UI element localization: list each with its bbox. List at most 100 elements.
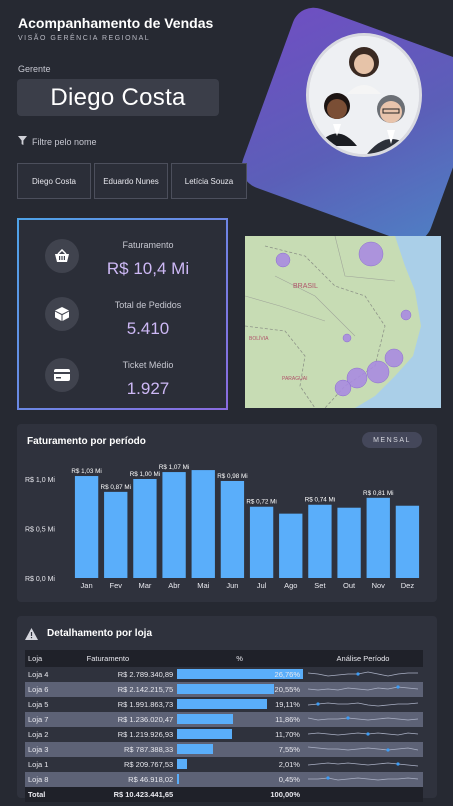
kpi-pedidos-value: 5.410 bbox=[126, 319, 170, 338]
bar-abr[interactable] bbox=[162, 472, 186, 578]
cell-loja: Loja 2 bbox=[25, 727, 77, 742]
cell-faturamento: R$ 787.388,33 bbox=[76, 742, 177, 757]
percent-text: 26,76% bbox=[274, 670, 300, 679]
y-tick-label: R$ 1,0 Mi bbox=[25, 477, 55, 484]
col-analise-periodo[interactable]: Análise Período bbox=[302, 650, 423, 667]
bar-dez[interactable] bbox=[395, 505, 420, 578]
cell-faturamento: R$ 1.219.926,93 bbox=[76, 727, 177, 742]
bar-data-label: R$ 0,72 Mi bbox=[246, 499, 276, 506]
slicer-option-diego-costa[interactable]: Diego Costa bbox=[17, 163, 91, 199]
cell-sparkline bbox=[302, 697, 423, 712]
mensal-toggle-button[interactable]: MENSAL bbox=[362, 432, 422, 448]
table-row[interactable]: Loja 2 R$ 1.219.926,93 11,70% bbox=[25, 727, 423, 742]
cell-loja: Loja 6 bbox=[25, 682, 77, 697]
sparkline bbox=[307, 702, 419, 707]
sales-map[interactable]: BRASIL BOLÍVIA PARAGUAI bbox=[245, 236, 441, 408]
bar-nov[interactable] bbox=[366, 497, 390, 578]
box-icon bbox=[45, 297, 79, 331]
col-faturamento[interactable]: Faturamento bbox=[76, 650, 177, 667]
table-row[interactable]: Loja 5 R$ 1.991.863,73 19,11% bbox=[25, 697, 423, 712]
filter-icon bbox=[18, 136, 27, 147]
bar-mai[interactable] bbox=[191, 470, 215, 578]
bar-jan[interactable] bbox=[74, 476, 99, 578]
x-tick-label: Dez bbox=[401, 581, 415, 590]
manager-name-display: Diego Costa bbox=[17, 79, 219, 116]
table-row[interactable]: Loja 1 R$ 209.767,53 2,01% bbox=[25, 757, 423, 772]
table-row[interactable]: Loja 6 R$ 2.142.215,75 20,55% bbox=[25, 682, 423, 697]
bar-data-label: R$ 0,98 Mi bbox=[217, 473, 247, 480]
kpi-faturamento-value: R$ 10,4 Mi bbox=[106, 259, 190, 278]
bar-out[interactable] bbox=[337, 507, 361, 578]
sparkline bbox=[307, 685, 419, 691]
x-tick-label: Ago bbox=[284, 581, 297, 590]
cell-sparkline bbox=[302, 667, 423, 682]
total-label: Total bbox=[25, 787, 77, 802]
bar-data-label: R$ 0,87 Mi bbox=[101, 484, 131, 491]
x-tick-label: Abr bbox=[168, 581, 180, 590]
x-tick-label: Fev bbox=[109, 581, 122, 590]
store-detail-table: Loja Faturamento % Análise Período Loja … bbox=[25, 650, 423, 802]
bar-fev[interactable] bbox=[104, 491, 128, 578]
sparkline bbox=[307, 762, 419, 767]
bar-ago[interactable] bbox=[279, 513, 303, 578]
cell-faturamento: R$ 209.767,53 bbox=[76, 757, 177, 772]
bar-data-label: R$ 0,81 Mi bbox=[363, 490, 393, 497]
card-icon bbox=[45, 358, 79, 392]
cell-percent: 20,55% bbox=[176, 682, 303, 697]
percent-text: 0,45% bbox=[278, 775, 300, 784]
percent-text: 20,55% bbox=[274, 685, 300, 694]
bar-data-label: R$ 1,07 Mi bbox=[159, 464, 189, 471]
bar-jul[interactable] bbox=[249, 506, 274, 578]
revenue-bar-chart: R$ 0,0 Mi R$ 0,5 Mi R$ 1,0 Mi R$ 1,03 Mi Jan… bbox=[25, 464, 420, 590]
percent-text: 19,11% bbox=[275, 700, 300, 709]
y-tick-label: R$ 0,0 Mi bbox=[25, 576, 55, 583]
cell-faturamento: R$ 2.789.340,89 bbox=[76, 667, 177, 682]
table-row[interactable]: Loja 3 R$ 787.388,33 7,55% bbox=[25, 742, 423, 757]
cell-percent: 19,11% bbox=[176, 697, 303, 712]
cell-loja: Loja 8 bbox=[25, 772, 77, 787]
x-tick-label: Jul bbox=[257, 581, 267, 590]
total-faturamento: R$ 10.423.441,65 bbox=[76, 787, 177, 802]
kpi-pedidos-label: Total de Pedidos bbox=[114, 300, 182, 310]
kpi-ticket-label: Ticket Médio bbox=[122, 360, 174, 370]
bar-mar[interactable] bbox=[133, 479, 157, 578]
slicer-option-leticia-souza[interactable]: Letícia Souza bbox=[171, 163, 247, 199]
kpi-ticket-value: 1.927 bbox=[126, 379, 170, 398]
col-percent[interactable]: % bbox=[176, 650, 303, 667]
chart-title: Faturamento por período bbox=[27, 436, 146, 447]
map-label-bolivia: BOLÍVIA bbox=[249, 335, 269, 342]
sparkline bbox=[307, 746, 419, 752]
cell-faturamento: R$ 1.991.863,73 bbox=[76, 697, 177, 712]
col-loja[interactable]: Loja bbox=[25, 650, 77, 667]
cell-loja: Loja 5 bbox=[25, 697, 77, 712]
bar-data-label: R$ 1,00 Mi bbox=[130, 471, 160, 478]
cell-percent: 0,45% bbox=[176, 772, 303, 787]
cell-loja: Loja 4 bbox=[25, 667, 77, 682]
x-tick-label: Mai bbox=[197, 581, 209, 590]
manager-label: Gerente bbox=[18, 64, 51, 74]
cell-percent: 11,86% bbox=[176, 712, 303, 727]
warning-icon bbox=[25, 627, 38, 645]
cell-faturamento: R$ 2.142.215,75 bbox=[76, 682, 177, 697]
cell-faturamento: R$ 1.236.020,47 bbox=[76, 712, 177, 727]
cell-percent: 2,01% bbox=[176, 757, 303, 772]
bar-data-label: R$ 0,74 Mi bbox=[305, 497, 335, 504]
sparkline bbox=[307, 776, 419, 781]
total-percent: 100,00% bbox=[176, 787, 303, 802]
cell-percent: 26,76% bbox=[176, 667, 304, 682]
page-subtitle: VISÃO GERÊNCIA REGIONAL bbox=[18, 35, 151, 42]
total-sparkline bbox=[302, 787, 423, 802]
table-row[interactable]: Loja 8 R$ 46.918,02 0,45% bbox=[25, 772, 423, 787]
cell-faturamento: R$ 46.918,02 bbox=[76, 772, 177, 787]
percent-text: 11,86% bbox=[275, 715, 300, 724]
cell-sparkline bbox=[302, 742, 423, 757]
slicer-option-eduardo-nunes[interactable]: Eduardo Nunes bbox=[94, 163, 168, 199]
sparkline bbox=[307, 671, 418, 677]
table-row[interactable]: Loja 7 R$ 1.236.020,47 11,86% bbox=[25, 712, 423, 727]
bar-jun[interactable] bbox=[220, 480, 245, 578]
table-row[interactable]: Loja 4 R$ 2.789.340,89 26,76% bbox=[25, 667, 423, 682]
bar-set[interactable] bbox=[308, 504, 332, 578]
cell-loja: Loja 1 bbox=[25, 757, 77, 772]
sparkline bbox=[307, 732, 419, 736]
x-tick-label: Jun bbox=[226, 581, 238, 590]
